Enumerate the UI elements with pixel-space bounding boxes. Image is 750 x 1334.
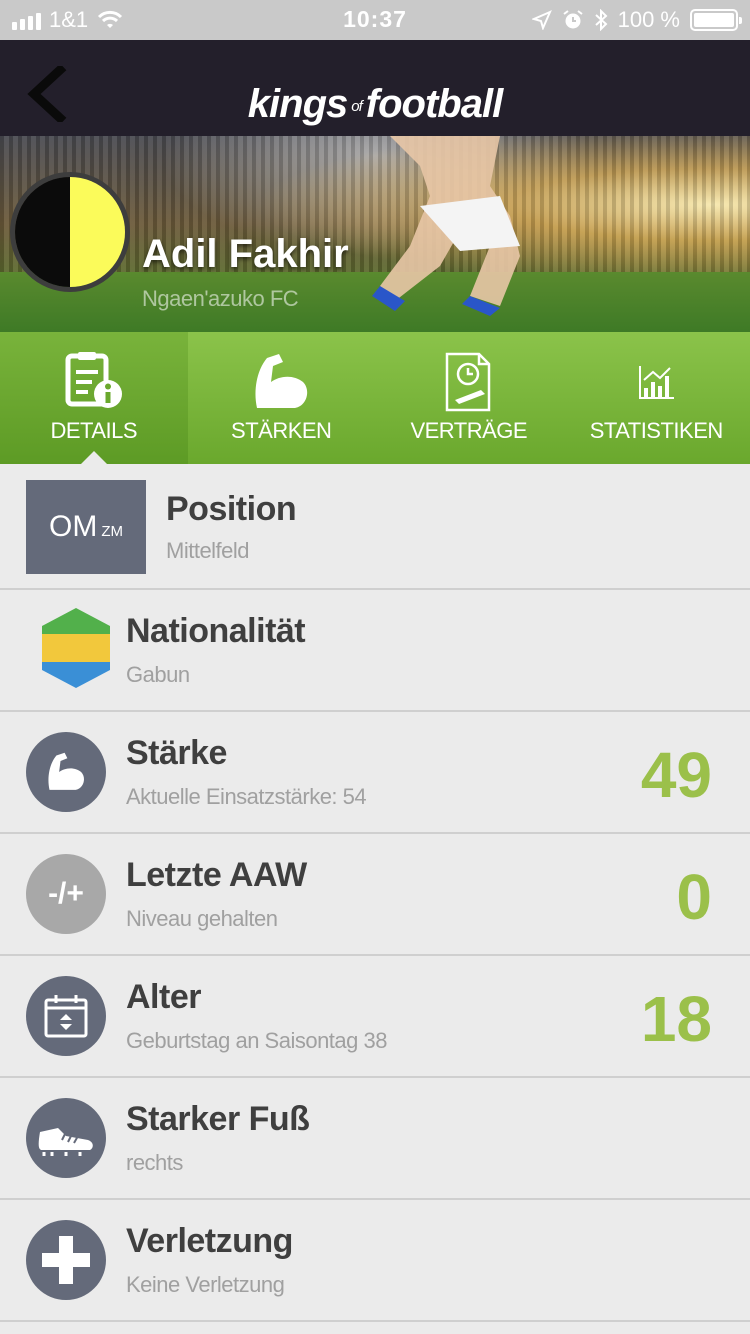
position-subtitle: Mittelfeld bbox=[166, 538, 250, 563]
app-logo: kings of football bbox=[0, 82, 750, 127]
status-right: 100 % bbox=[531, 7, 742, 33]
injury-subtitle: Keine Verletzung bbox=[126, 1272, 285, 1297]
list-item-position: OM ZM Position Mittelfeld bbox=[0, 464, 750, 590]
minus-plus-icon: -/+ bbox=[26, 854, 106, 934]
logo-word-football: football bbox=[365, 82, 503, 126]
tab-staerken-label: STÄRKEN bbox=[231, 418, 332, 443]
strong-foot-subtitle: rechts bbox=[126, 1150, 183, 1175]
alarm-icon bbox=[563, 10, 583, 29]
club-color-left bbox=[15, 177, 70, 287]
position-primary: OM bbox=[49, 510, 98, 543]
bluetooth-icon bbox=[594, 9, 608, 31]
tab-staerken[interactable]: STÄRKEN bbox=[188, 332, 376, 464]
position-secondary: ZM bbox=[101, 522, 123, 540]
strength-title: Stärke bbox=[126, 734, 227, 772]
strength-icon-wrap bbox=[26, 732, 106, 812]
player-header: Adil Fakhir Ngaen'azuko FC bbox=[0, 136, 750, 332]
nationality-subtitle: Gabun bbox=[126, 662, 190, 687]
battery-percent: 100 % bbox=[617, 7, 680, 32]
minus-plus-label: -/+ bbox=[48, 877, 84, 910]
last-aaw-title: Letzte AAW bbox=[126, 856, 307, 894]
player-photo bbox=[372, 136, 520, 316]
tab-statistiken[interactable]: STATISTIKEN bbox=[563, 332, 750, 464]
list-item-injury: Verletzung Keine Verletzung bbox=[0, 1200, 750, 1322]
gabon-flag-icon bbox=[40, 606, 112, 690]
strength-subtitle: Aktuelle Einsatzstärke: 54 bbox=[126, 784, 367, 809]
player-name: Adil Fakhir bbox=[142, 232, 349, 276]
battery-icon bbox=[690, 9, 742, 31]
list-item-strong-foot: Starker Fuß rechts bbox=[0, 1078, 750, 1200]
strength-arm-icon bbox=[188, 350, 376, 414]
age-subtitle: Geburtstag an Saisontag 38 bbox=[126, 1028, 387, 1053]
details-icon bbox=[0, 350, 188, 414]
navbar: kings of football bbox=[0, 40, 750, 136]
list-item-age: Alter Geburtstag an Saisontag 38 18 bbox=[0, 956, 750, 1078]
tab-statistiken-label: STATISTIKEN bbox=[589, 418, 724, 443]
aaw-icon-wrap: -/+ bbox=[26, 854, 106, 934]
medical-cross-icon bbox=[26, 1220, 106, 1300]
list-item-strength: Stärke Aktuelle Einsatzstärke: 54 49 bbox=[0, 712, 750, 834]
club-name[interactable]: Ngaen'azuko FC bbox=[142, 286, 299, 312]
tab-bar: DETAILS STÄRKEN VERTRÄGE STATISTIKEN bbox=[0, 332, 750, 465]
injury-title: Verletzung bbox=[126, 1222, 293, 1260]
club-badge bbox=[10, 172, 130, 292]
position-badge: OM ZM bbox=[26, 480, 146, 574]
calendar-icon bbox=[26, 976, 106, 1056]
strong-foot-title: Starker Fuß bbox=[126, 1100, 310, 1138]
position-title: Position bbox=[166, 490, 297, 528]
strength-arm-icon bbox=[26, 732, 106, 812]
age-title: Alter bbox=[126, 978, 201, 1016]
last-aaw-subtitle: Niveau gehalten bbox=[126, 906, 278, 931]
tab-vertraege-label: VERTRÄGE bbox=[410, 418, 528, 443]
status-bar: 1&1 10:37 100 % bbox=[0, 0, 750, 40]
injury-icon-wrap bbox=[26, 1220, 106, 1300]
location-arrow-icon bbox=[531, 10, 552, 30]
nationality-title: Nationalität bbox=[126, 612, 306, 650]
age-icon-wrap bbox=[26, 976, 106, 1056]
tab-details-label: DETAILS bbox=[50, 418, 138, 443]
foot-icon-wrap bbox=[26, 1098, 106, 1178]
list-item-nationality: Nationalität Gabun bbox=[0, 590, 750, 712]
strength-value: 49 bbox=[640, 739, 712, 811]
age-value: 18 bbox=[640, 983, 712, 1055]
logo-word-of: of bbox=[351, 97, 362, 115]
last-aaw-value: 0 bbox=[676, 861, 712, 933]
logo-word-kings: kings bbox=[247, 82, 348, 126]
tab-vertraege[interactable]: VERTRÄGE bbox=[375, 332, 563, 464]
tab-details[interactable]: DETAILS bbox=[0, 332, 188, 465]
football-boot-icon bbox=[26, 1098, 106, 1178]
contract-icon bbox=[375, 350, 563, 414]
details-list: OM ZM Position Mittelfeld Nationalität G… bbox=[0, 464, 750, 1322]
statistics-icon bbox=[563, 350, 750, 414]
list-item-last-aaw: -/+ Letzte AAW Niveau gehalten 0 bbox=[0, 834, 750, 956]
